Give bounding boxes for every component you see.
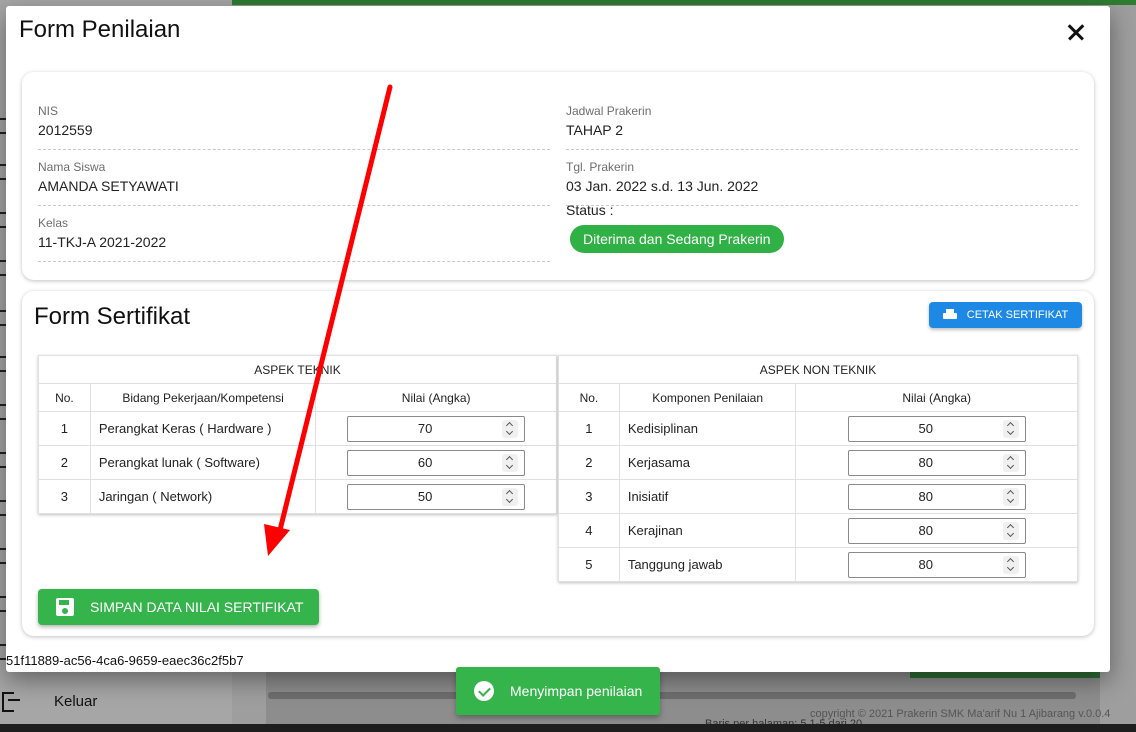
score-input-field[interactable] — [348, 489, 503, 504]
score-input[interactable] — [347, 449, 526, 476]
snackbar-notification: Menyimpan penilaian — [456, 667, 660, 715]
row-number: 4 — [558, 513, 620, 548]
save-button-label: SIMPAN DATA NILAI SERTIFIKAT — [90, 599, 304, 615]
row-number: 1 — [38, 411, 91, 446]
nis-label: NIS — [38, 104, 59, 118]
component-name: Kerajinan — [618, 513, 797, 548]
print-certificate-button[interactable]: CETAK SERTIFIKAT — [929, 302, 1082, 328]
competency-name: Perangkat Keras ( Hardware ) — [89, 411, 317, 446]
print-button-label: CETAK SERTIFIKAT — [966, 309, 1069, 321]
score-input-field[interactable] — [348, 455, 503, 470]
form-sertifikat-card: Form Sertifikat CETAK SERTIFIKAT ASPEK T… — [22, 291, 1094, 636]
table-row: 3 Jaringan ( Network) — [38, 479, 557, 514]
sidebar-item-logout[interactable]: Keluar — [0, 686, 232, 716]
horizontal-scrollbar[interactable] — [268, 692, 1076, 699]
tgl-label: Tgl. Prakerin — [566, 160, 635, 174]
score-input-field[interactable] — [848, 489, 1003, 504]
score-input[interactable] — [347, 483, 526, 510]
component-name: Tanggung jawab — [618, 547, 797, 582]
spinner-icon[interactable] — [502, 453, 519, 472]
close-icon[interactable] — [1064, 20, 1088, 44]
table-row: 2 Kerjasama — [558, 445, 1078, 480]
tgl-field: Tgl. Prakerin 03 Jan. 2022 s.d. 13 Jun. … — [566, 160, 1078, 206]
score-input[interactable] — [847, 551, 1026, 578]
table-row: 3 Inisiatif — [558, 479, 1078, 514]
nis-field: NIS 2012559 — [38, 104, 550, 150]
table-title: ASPEK NON TEKNIK — [558, 355, 1078, 384]
save-icon — [56, 598, 74, 616]
kelas-field: Kelas 11-TKJ-A 2021-2022 — [38, 216, 550, 262]
competency-name: Jaringan ( Network) — [89, 479, 317, 514]
column-header: Bidang Pekerjaan/Kompetensi — [89, 383, 317, 412]
row-number: 1 — [558, 411, 620, 446]
score-input-field[interactable] — [848, 421, 1003, 436]
score-input[interactable] — [847, 449, 1026, 476]
nama-value: AMANDA SETYAWATI — [38, 178, 179, 194]
score-input[interactable] — [847, 415, 1026, 442]
save-scores-button[interactable]: SIMPAN DATA NILAI SERTIFIKAT — [38, 589, 319, 625]
row-number: 2 — [558, 445, 620, 480]
component-name: Kedisiplinan — [618, 411, 797, 446]
student-info-card: NIS 2012559 Nama Siswa AMANDA SETYAWATI … — [22, 72, 1094, 280]
spinner-icon[interactable] — [502, 487, 519, 506]
kelas-label: Kelas — [38, 216, 69, 230]
spinner-icon[interactable] — [1002, 521, 1019, 540]
score-input[interactable] — [847, 483, 1026, 510]
table-row: 4 Kerajinan — [558, 513, 1078, 548]
aspek-non-teknik-table: ASPEK NON TEKNIK No. Komponen Penilaian … — [558, 355, 1078, 582]
record-id: 51f11889-ac56-4ca6-9659-eaec36c2f5b7 — [6, 653, 244, 668]
score-input-field[interactable] — [848, 523, 1003, 538]
jadwal-value: TAHAP 2 — [566, 122, 624, 138]
table-row: 2 Perangkat lunak ( Software) — [38, 445, 557, 480]
row-number: 5 — [558, 547, 620, 582]
snackbar-message: Menyimpan penilaian — [510, 683, 643, 699]
table-title: ASPEK TEKNIK — [38, 355, 557, 384]
bottom-bar — [0, 724, 1136, 732]
nama-label: Nama Siswa — [38, 160, 106, 174]
column-header: No. — [558, 383, 620, 412]
component-name: Inisiatif — [618, 479, 797, 514]
printer-icon — [942, 309, 957, 321]
table-row: 1 Kedisiplinan — [558, 411, 1078, 446]
row-number: 3 — [38, 479, 91, 514]
spinner-icon[interactable] — [1002, 419, 1019, 438]
score-input[interactable] — [847, 517, 1026, 544]
spinner-icon[interactable] — [1002, 453, 1019, 472]
spinner-icon[interactable] — [502, 419, 519, 438]
background-table-card — [266, 672, 1100, 732]
background-accent — [910, 672, 1100, 678]
table-row: 5 Tanggung jawab — [558, 547, 1078, 582]
row-number: 2 — [38, 445, 91, 480]
score-input-field[interactable] — [348, 421, 503, 436]
score-input-field[interactable] — [848, 557, 1003, 572]
logout-label: Keluar — [54, 692, 98, 710]
aspek-teknik-table: ASPEK TEKNIK No. Bidang Pekerjaan/Kompet… — [38, 355, 557, 514]
jadwal-field: Jadwal Prakerin TAHAP 2 — [566, 104, 1078, 150]
logout-icon — [2, 690, 24, 712]
spinner-icon[interactable] — [1002, 487, 1019, 506]
nis-value: 2012559 — [38, 122, 93, 138]
tgl-value: 03 Jan. 2022 s.d. 13 Jun. 2022 — [566, 178, 759, 194]
dialog-title: Form Penilaian — [19, 16, 181, 43]
column-header: Nilai (Angka) — [315, 383, 557, 412]
spinner-icon[interactable] — [1002, 555, 1019, 574]
table-row: 1 Perangkat Keras ( Hardware ) — [38, 411, 557, 446]
status-badge: Diterima dan Sedang Prakerin — [570, 225, 784, 253]
competency-name: Perangkat lunak ( Software) — [89, 445, 317, 480]
form-penilaian-dialog: Form Penilaian NIS 2012559 Nama Siswa AM… — [6, 6, 1110, 672]
score-input-field[interactable] — [848, 455, 1003, 470]
form-title: Form Sertifikat — [34, 303, 191, 330]
column-header: Nilai (Angka) — [795, 383, 1078, 412]
component-name: Kerjasama — [618, 445, 797, 480]
nama-field: Nama Siswa AMANDA SETYAWATI — [38, 160, 550, 206]
check-circle-icon — [474, 681, 494, 701]
column-header: Komponen Penilaian — [618, 383, 797, 412]
score-input[interactable] — [347, 415, 526, 442]
column-header: No. — [38, 383, 91, 412]
row-number: 3 — [558, 479, 620, 514]
status-label: Status : — [566, 202, 614, 218]
kelas-value: 11-TKJ-A 2021-2022 — [38, 234, 167, 250]
jadwal-label: Jadwal Prakerin — [566, 104, 652, 118]
